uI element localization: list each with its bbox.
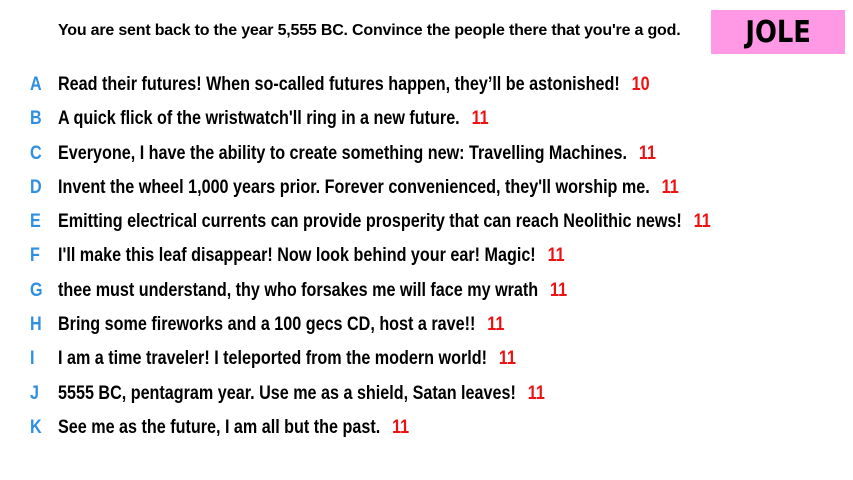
prompt-text: You are sent back to the year 5,555 BC. … — [58, 22, 681, 39]
answer-text: Invent the wheel 1,000 years prior. Fore… — [58, 176, 650, 198]
answer-line: I'll make this leaf disappear! Now look … — [58, 245, 565, 267]
answer-line: See me as the future, I am all but the p… — [58, 417, 409, 439]
answer-line: thee must understand, thy who forsakes m… — [58, 280, 567, 302]
answer-score: 11 — [487, 314, 505, 336]
answer-letter: F — [30, 245, 40, 267]
answer-line: Everyone, I have the ability to create s… — [58, 143, 656, 165]
answer-line: 5555 BC, pentagram year. Use me as a shi… — [58, 383, 545, 405]
answer-text: A quick flick of the wristwatch'll ring … — [58, 108, 460, 130]
answer-letter: E — [30, 211, 41, 233]
answer-letter: C — [30, 142, 42, 164]
answer-text: I'll make this leaf disappear! Now look … — [58, 245, 536, 267]
answer-score: 11 — [550, 279, 568, 301]
answer-text: See me as the future, I am all but the p… — [58, 416, 381, 438]
player-badge: JOLE — [711, 10, 845, 54]
answer-letter: B — [30, 108, 42, 130]
answer-score: 11 — [638, 142, 657, 164]
answer-line: I am a time traveler! I teleported from … — [58, 348, 516, 370]
answer-score: 11 — [392, 416, 410, 438]
answer-score: 11 — [471, 108, 489, 130]
answer-score: 11 — [661, 176, 679, 198]
answer-line: Emitting electrical currents can provide… — [58, 211, 711, 233]
answer-score: 11 — [527, 382, 545, 404]
answer-letter: K — [30, 416, 42, 438]
answer-text: I am a time traveler! I teleported from … — [58, 348, 487, 370]
answer-letter: A — [30, 74, 42, 95]
answer-text: Read their futures! When so-called futur… — [58, 74, 620, 95]
player-name: JOLE — [745, 14, 811, 50]
answer-line: Read their futures! When so-called futur… — [58, 74, 650, 96]
answer-letter: G — [30, 279, 43, 301]
answer-text: Bring some fireworks and a 100 gecs CD, … — [58, 314, 476, 336]
answer-text: 5555 BC, pentagram year. Use me as a shi… — [58, 382, 516, 404]
answer-letter: J — [30, 382, 39, 404]
answer-line: A quick flick of the wristwatch'll ring … — [58, 108, 489, 130]
answer-score: 11 — [693, 211, 711, 233]
answer-line: Bring some fireworks and a 100 gecs CD, … — [58, 314, 504, 336]
answer-text: thee must understand, thy who forsakes m… — [58, 279, 539, 301]
answer-line: Invent the wheel 1,000 years prior. Fore… — [58, 177, 679, 199]
answer-letter: I — [30, 348, 35, 370]
answer-letter: D — [30, 176, 42, 198]
answer-letter: H — [30, 314, 42, 336]
answer-text: Everyone, I have the ability to create s… — [58, 142, 628, 164]
answer-score: 11 — [547, 245, 565, 267]
answer-score: 11 — [498, 348, 516, 370]
answer-text: Emitting electrical currents can provide… — [58, 211, 682, 233]
answer-score: 10 — [631, 74, 650, 95]
